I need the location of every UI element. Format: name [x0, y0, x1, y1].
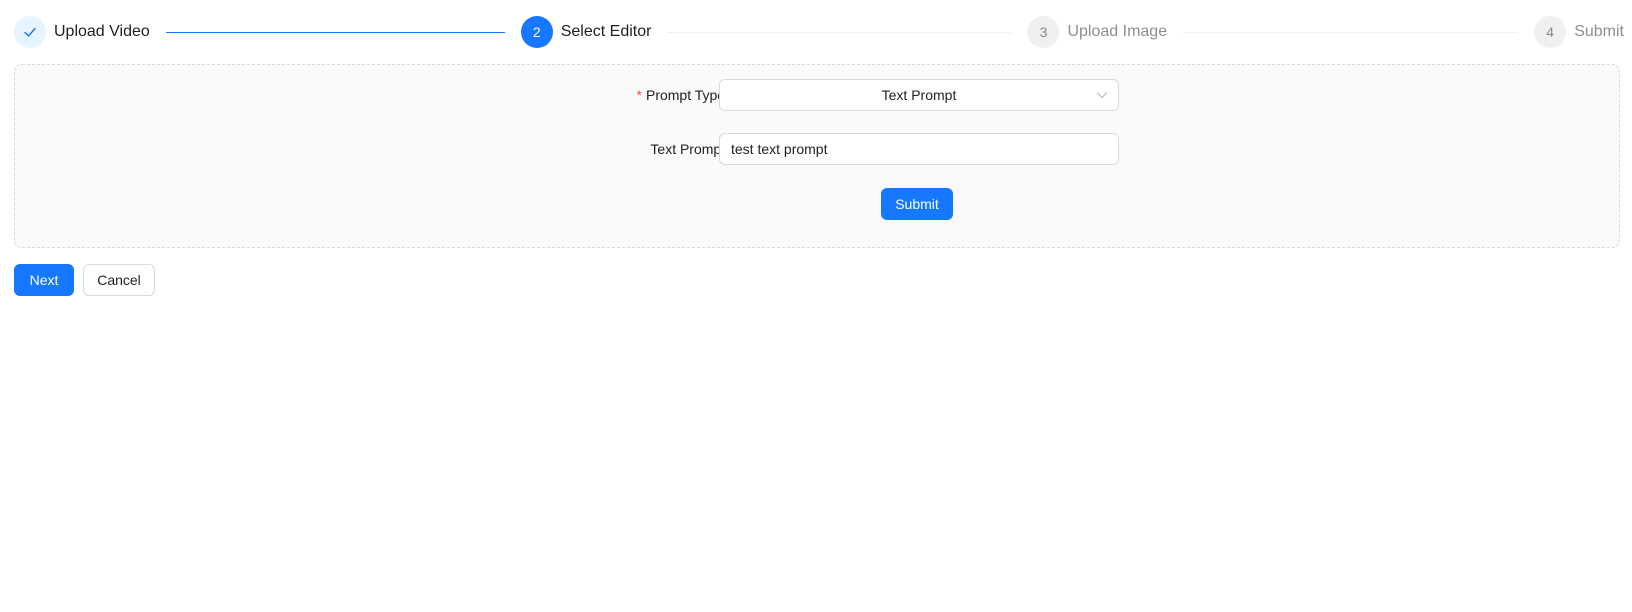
cancel-button[interactable]: Cancel — [83, 264, 155, 296]
required-mark: * — [636, 87, 642, 103]
text-prompt-input[interactable] — [719, 133, 1119, 165]
prompt-type-label: * Prompt Type: — [637, 79, 729, 111]
step-select-editor: 2 Select Editor — [520, 16, 1028, 48]
step-connector-3 — [1183, 31, 1519, 33]
step-3-number: 3 — [1039, 24, 1048, 40]
step-2-indicator: 2 — [520, 16, 553, 48]
prompt-type-row: * Prompt Type: Text Prompt — [15, 79, 1619, 111]
step-1-indicator — [14, 16, 46, 48]
step-upload-image: 3 Upload Image — [1027, 16, 1534, 48]
text-prompt-row: Text Prompt: — [15, 133, 1619, 165]
prompt-type-selected-value: Text Prompt — [881, 87, 957, 103]
prompt-type-label-text: Prompt Type: — [645, 87, 729, 103]
text-prompt-label: Text Prompt: — [650, 141, 729, 157]
step-upload-video: Upload Video — [14, 16, 521, 48]
step-connector-1 — [165, 31, 505, 33]
form-submit-button[interactable]: Submit — [881, 188, 953, 220]
chevron-down-icon — [1096, 80, 1108, 110]
next-button[interactable]: Next — [14, 264, 74, 296]
step-3-title: Upload Image — [1067, 23, 1168, 40]
steps-progress: Upload Video 2 Select Editor 3 Upload Im… — [14, 16, 1624, 48]
step-4-title: Submit — [1574, 23, 1624, 40]
step-3-indicator: 3 — [1027, 16, 1060, 48]
prompt-type-select[interactable]: Text Prompt — [719, 79, 1119, 111]
editor-form-panel: *Prompt Type: Text Prompt Text Prompt: S… — [14, 64, 1620, 248]
step-connector-2 — [667, 31, 1012, 33]
step-1-title: Upload Video — [54, 23, 150, 40]
step-2-number: 2 — [532, 24, 541, 40]
step-4-indicator: 4 — [1534, 16, 1567, 48]
step-2-title: Select Editor — [560, 23, 652, 40]
step-submit: 4 Submit — [1534, 16, 1624, 48]
step-4-number: 4 — [1546, 24, 1555, 40]
check-icon — [24, 27, 36, 37]
